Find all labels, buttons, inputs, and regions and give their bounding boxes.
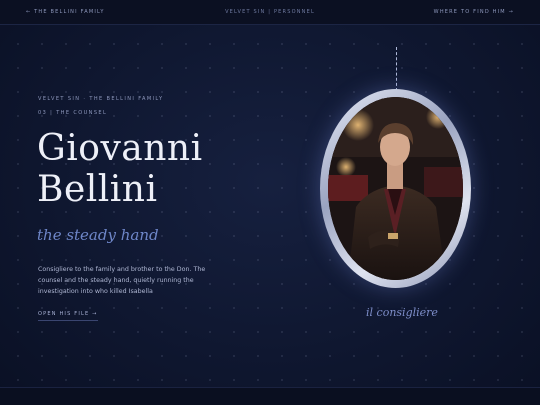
open-file-link[interactable]: OPEN HIS FILE → xyxy=(38,311,98,321)
top-nav-bar: ← THE BELLINI FAMILY VELVET SIN | PERSON… xyxy=(0,0,540,25)
character-index: 03 | THE COUNSEL xyxy=(38,110,108,116)
portrait-illustration xyxy=(328,97,463,280)
pendant-chain xyxy=(396,47,397,91)
portrait-frame xyxy=(320,89,471,288)
series-label: VELVET SIN · THE BELLINI FAMILY xyxy=(38,96,164,102)
character-portrait xyxy=(328,97,463,280)
portrait-caption: il consigliere xyxy=(366,306,438,319)
bottom-bar xyxy=(0,387,540,405)
character-tagline: the steady hand xyxy=(37,226,159,244)
last-name: Bellini xyxy=(37,169,158,210)
first-name: Giovanni xyxy=(37,128,203,169)
character-name: Giovanni Bellini xyxy=(37,128,203,210)
character-description: Consigliere to the family and brother to… xyxy=(38,266,206,295)
where-to-find-link[interactable]: WHERE TO FIND HIM → xyxy=(434,9,514,15)
